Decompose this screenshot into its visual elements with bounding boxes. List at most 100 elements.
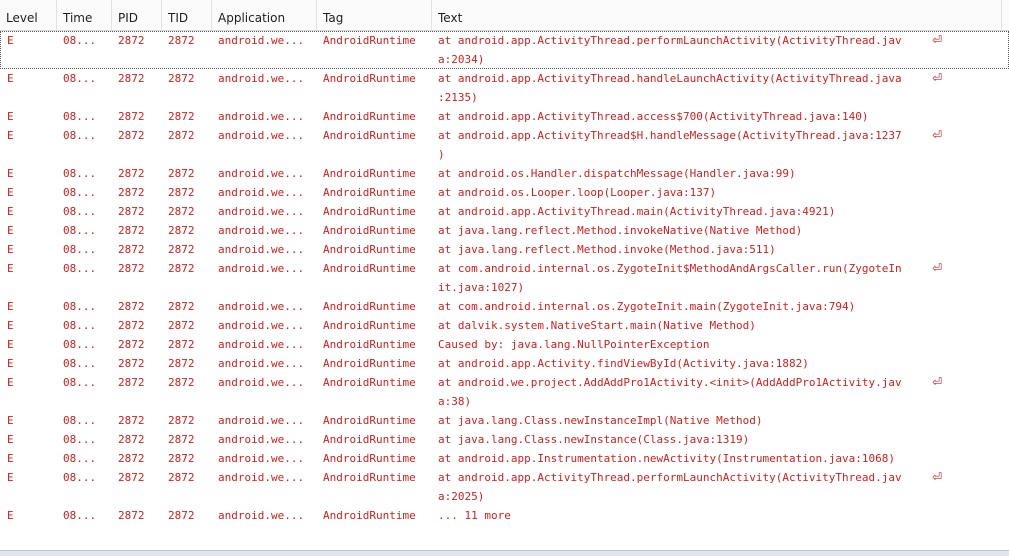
log-pid-cell: 2872 bbox=[118, 433, 145, 446]
log-row[interactable]: E 08... 2872 2872 android.we... AndroidRuntim… bbox=[0, 354, 1009, 373]
log-application-cell: android.we... bbox=[218, 471, 305, 484]
log-text-cell: at java.lang.Class.newInstanceImpl(Nativ… bbox=[438, 411, 958, 430]
log-level-cell: E bbox=[7, 471, 14, 484]
log-text-line: at android.app.ActivityThread.performLau… bbox=[438, 471, 902, 484]
horizontal-scrollbar[interactable] bbox=[0, 550, 1009, 556]
log-row[interactable]: E 08... 2872 2872 android.we... AndroidRuntim… bbox=[0, 430, 1009, 449]
log-tag-cell: AndroidRuntime bbox=[323, 34, 416, 47]
log-pid-cell: 2872 bbox=[118, 186, 145, 199]
log-level-cell: E bbox=[7, 186, 14, 199]
log-tid-cell: 2872 bbox=[168, 376, 195, 389]
log-level-cell: E bbox=[7, 509, 14, 522]
log-row[interactable]: E 08... 2872 2872 android.we... AndroidRuntim… bbox=[0, 411, 1009, 430]
log-text-line: at java.lang.Class.newInstanceImpl(Nativ… bbox=[438, 414, 763, 427]
log-text-cell: ... 11 more bbox=[438, 506, 958, 525]
line-wrap-icon: ⏎ bbox=[932, 128, 943, 142]
log-text-line: at android.app.ActivityThread.access$700… bbox=[438, 110, 869, 123]
log-time-cell: 08... bbox=[63, 129, 97, 142]
log-level-cell: E bbox=[7, 129, 14, 142]
log-row[interactable]: E 08... 2872 2872 android.we... AndroidRuntim… bbox=[0, 107, 1009, 126]
log-tag-cell: AndroidRuntime bbox=[323, 338, 416, 351]
log-pid-cell: 2872 bbox=[118, 129, 145, 142]
log-row[interactable]: E 08... 2872 2872 android.we... AndroidRuntim… bbox=[0, 335, 1009, 354]
log-text-cell: at android.app.ActivityThread.main(Activ… bbox=[438, 202, 958, 221]
log-application-cell: android.we... bbox=[218, 509, 305, 522]
log-pid-cell: 2872 bbox=[118, 319, 145, 332]
log-text-cell: at android.os.Handler.dispatchMessage(Ha… bbox=[438, 164, 958, 183]
log-tid-cell: 2872 bbox=[168, 433, 195, 446]
log-pid-cell: 2872 bbox=[118, 224, 145, 237]
log-tid-cell: 2872 bbox=[168, 186, 195, 199]
log-tag-cell: AndroidRuntime bbox=[323, 433, 416, 446]
log-time-cell: 08... bbox=[63, 376, 97, 389]
log-application-cell: android.we... bbox=[218, 319, 305, 332]
log-text-cell: at com.android.internal.os.ZygoteInit$Me… bbox=[438, 259, 958, 294]
log-tag-cell: AndroidRuntime bbox=[323, 357, 416, 370]
log-text-cell: at java.lang.Class.newInstance(Class.jav… bbox=[438, 430, 958, 449]
log-level-cell: E bbox=[7, 338, 14, 351]
log-tid-cell: 2872 bbox=[168, 224, 195, 237]
log-tag-cell: AndroidRuntime bbox=[323, 319, 416, 332]
log-level-cell: E bbox=[7, 376, 14, 389]
log-time-cell: 08... bbox=[63, 433, 97, 446]
log-tag-cell: AndroidRuntime bbox=[323, 243, 416, 256]
log-tag-cell: AndroidRuntime bbox=[323, 376, 416, 389]
log-text-cell: at android.we.project.AddAddPro1Activity… bbox=[438, 373, 958, 408]
log-row[interactable]: E 08... 2872 2872 android.we... AndroidRuntim… bbox=[0, 449, 1009, 468]
column-time-header[interactable]: Time bbox=[57, 0, 112, 30]
log-pid-cell: 2872 bbox=[118, 110, 145, 123]
log-level-cell: E bbox=[7, 357, 14, 370]
log-tid-cell: 2872 bbox=[168, 262, 195, 275]
column-text-header[interactable]: Text bbox=[432, 0, 1002, 30]
log-row[interactable]: E 08... 2872 2872 android.we... AndroidRuntim… bbox=[0, 31, 1009, 69]
log-row[interactable]: E 08... 2872 2872 android.we... AndroidRuntim… bbox=[0, 297, 1009, 316]
log-row[interactable]: E 08... 2872 2872 android.we... AndroidRuntim… bbox=[0, 506, 1009, 525]
log-row[interactable]: E 08... 2872 2872 android.we... AndroidRuntim… bbox=[0, 373, 1009, 411]
log-time-cell: 08... bbox=[63, 357, 97, 370]
log-row[interactable]: E 08... 2872 2872 android.we... AndroidRuntim… bbox=[0, 202, 1009, 221]
log-text-line: at android.app.ActivityThread.performLau… bbox=[438, 34, 902, 47]
log-tid-cell: 2872 bbox=[168, 471, 195, 484]
log-tid-cell: 2872 bbox=[168, 72, 195, 85]
log-tid-cell: 2872 bbox=[168, 167, 195, 180]
column-pid-header[interactable]: PID bbox=[112, 0, 162, 30]
log-row[interactable]: E 08... 2872 2872 android.we... AndroidRuntim… bbox=[0, 126, 1009, 164]
log-time-cell: 08... bbox=[63, 167, 97, 180]
log-level-cell: E bbox=[7, 167, 14, 180]
log-tag-cell: AndroidRuntime bbox=[323, 414, 416, 427]
log-level-cell: E bbox=[7, 110, 14, 123]
log-row[interactable]: E 08... 2872 2872 android.we... AndroidRuntim… bbox=[0, 183, 1009, 202]
log-pid-cell: 2872 bbox=[118, 72, 145, 85]
log-row[interactable]: E 08... 2872 2872 android.we... AndroidRuntim… bbox=[0, 240, 1009, 259]
log-text-line: at com.android.internal.os.ZygoteInit.ma… bbox=[438, 300, 856, 313]
log-row[interactable]: E 08... 2872 2872 android.we... AndroidRuntim… bbox=[0, 221, 1009, 240]
log-row[interactable]: E 08... 2872 2872 android.we... AndroidRuntim… bbox=[0, 69, 1009, 107]
log-pid-cell: 2872 bbox=[118, 300, 145, 313]
column-application-header[interactable]: Application bbox=[212, 0, 317, 30]
log-row[interactable]: E 08... 2872 2872 android.we... AndroidRuntim… bbox=[0, 316, 1009, 335]
log-row[interactable]: E 08... 2872 2872 android.we... AndroidRuntim… bbox=[0, 468, 1009, 506]
log-text-line: at java.lang.reflect.Method.invokeNative… bbox=[438, 224, 803, 237]
log-application-cell: android.we... bbox=[218, 110, 305, 123]
log-level-cell: E bbox=[7, 433, 14, 446]
column-level-header[interactable]: Level bbox=[0, 0, 57, 30]
log-application-cell: android.we... bbox=[218, 452, 305, 465]
log-text-line: ) bbox=[438, 148, 445, 161]
log-row[interactable]: E 08... 2872 2872 android.we... AndroidRuntim… bbox=[0, 164, 1009, 183]
log-tid-cell: 2872 bbox=[168, 357, 195, 370]
log-application-cell: android.we... bbox=[218, 300, 305, 313]
log-time-cell: 08... bbox=[63, 471, 97, 484]
log-pid-cell: 2872 bbox=[118, 471, 145, 484]
column-tid-header[interactable]: TID bbox=[162, 0, 212, 30]
log-text-line: a:2034) bbox=[438, 53, 485, 66]
log-level-cell: E bbox=[7, 243, 14, 256]
log-tag-cell: AndroidRuntime bbox=[323, 72, 416, 85]
log-text-line: at android.app.Instrumentation.newActivi… bbox=[438, 452, 895, 465]
log-application-cell: android.we... bbox=[218, 262, 305, 275]
log-text-line: at android.app.ActivityThread.handleLaun… bbox=[438, 72, 902, 85]
column-tag-header[interactable]: Tag bbox=[317, 0, 432, 30]
log-row[interactable]: E 08... 2872 2872 android.we... AndroidRuntim… bbox=[0, 259, 1009, 297]
log-application-cell: android.we... bbox=[218, 414, 305, 427]
log-pid-cell: 2872 bbox=[118, 338, 145, 351]
log-text-line: at android.app.Activity.findViewById(Act… bbox=[438, 357, 809, 370]
